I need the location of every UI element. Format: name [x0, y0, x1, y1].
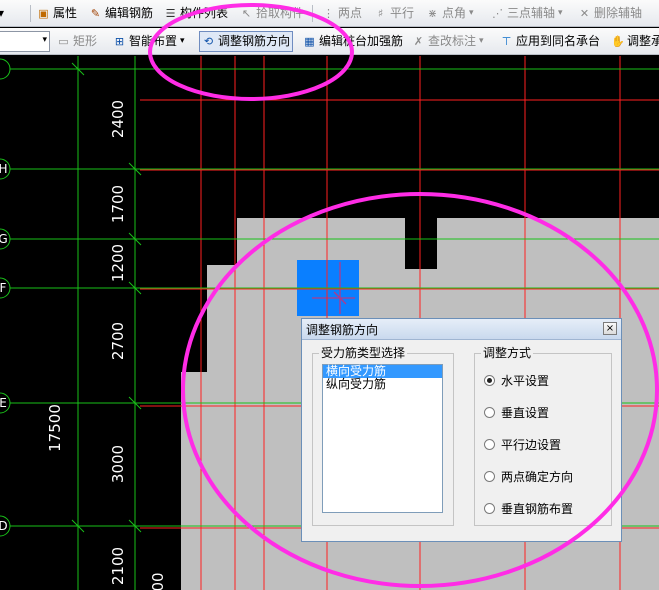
edit-rebar-icon: ✎ [90, 7, 101, 20]
layer-combo-box[interactable]: ▾ [0, 31, 50, 52]
two-point-label: 两点 [338, 6, 363, 20]
close-icon[interactable]: × [603, 322, 617, 335]
delete-axis-label: 删除辅轴 [594, 6, 643, 20]
component-list-icon: ☰ [165, 7, 176, 20]
toolbar-separator [30, 5, 31, 22]
rectangle-button[interactable]: ▭ 矩形 [57, 32, 97, 51]
component-list-button[interactable]: ☰ 构件列表 [164, 4, 228, 23]
adjust-rebar-direction-label: 调整钢筋方向 [218, 34, 291, 48]
dimension-1700: 1700 [109, 185, 127, 223]
toolbar-overflow-arrow[interactable]: ▾ [0, 4, 4, 23]
rectangle-icon: ▭ [58, 35, 69, 48]
axis-label-g: G [0, 232, 8, 246]
apply-same-cap-button[interactable]: ⊤ 应用到同名承台 [500, 32, 600, 51]
radio-label-vertical: 垂直设置 [501, 406, 550, 420]
pick-component-icon: ↖ [241, 7, 252, 20]
radio-dot-vertical-rebar-layout[interactable] [484, 503, 495, 514]
parallel-icon: ♯ [377, 7, 384, 20]
dimension-2700: 2700 [109, 322, 127, 360]
dimension-3000: 3000 [109, 445, 127, 483]
properties-button[interactable]: ▣ 属性 [37, 4, 77, 23]
axis-label-h: H [0, 162, 8, 176]
smart-layout-button[interactable]: ⊞ 智能布置 ▾ [113, 32, 185, 51]
pick-component-label: 拾取构件 [256, 6, 305, 20]
three-point-axis-icon: ⋰ [492, 7, 503, 20]
adjust-cap-label: 调整承 [627, 34, 659, 48]
dimension-1200: 1200 [109, 244, 127, 282]
two-point-icon: ⋮ [323, 7, 334, 20]
rectangle-label: 矩形 [73, 34, 98, 48]
radio-two-point[interactable]: 两点确定方向 [484, 468, 573, 485]
properties-icon: ▣ [38, 7, 49, 20]
adjust-cap-icon: ✋ [611, 35, 625, 48]
radio-label-vertical-rebar-layout: 垂直钢筋布置 [501, 502, 574, 516]
three-point-axis-button[interactable]: ⋰ 三点辅轴 ▾ [491, 4, 563, 23]
smart-layout-label: 智能布置 [129, 34, 178, 48]
point-angle-label: 点角 [442, 6, 467, 20]
smart-layout-dropdown-icon[interactable]: ▾ [180, 32, 185, 51]
dimension-total: 17500 [46, 404, 64, 452]
three-point-axis-label: 三点辅轴 [507, 6, 556, 20]
rebar-type-group-label: 受力筋类型选择 [319, 346, 408, 360]
main-toolbar: ▾ ▣ 属性 ✎ 编辑钢筋 ☰ 构件列表 ↖ 拾取构件 ⋮ 两点 ♯ 平行 ⋇ … [0, 0, 659, 27]
radio-dot-parallel-edge[interactable] [484, 439, 495, 450]
dimension-partial: 00 [149, 572, 167, 590]
pick-component-button[interactable]: ↖ 拾取构件 [240, 4, 304, 23]
smart-layout-icon: ⊞ [114, 35, 125, 48]
check-annotation-button[interactable]: ✗ 查改标注 ▾ [412, 32, 484, 51]
radio-dot-horizontal[interactable] [484, 375, 495, 386]
edit-pile-cap-rebar-button[interactable]: ▦ 编辑桩台加强筋 [303, 32, 403, 51]
axis-label-e: E [0, 396, 7, 410]
check-annotation-dropdown-icon[interactable]: ▾ [479, 32, 484, 51]
properties-label: 属性 [53, 6, 78, 20]
apply-same-cap-icon: ⊤ [501, 35, 512, 48]
parallel-button[interactable]: ♯ 平行 [374, 4, 414, 23]
point-angle-icon: ⋇ [427, 7, 438, 20]
radio-label-parallel-edge: 平行边设置 [501, 438, 562, 452]
axis-label-d: D [0, 519, 8, 533]
delete-axis-icon: ✕ [579, 7, 590, 20]
adjust-rebar-direction-icon: ⟲ [203, 35, 214, 48]
parallel-label: 平行 [390, 6, 415, 20]
dimension-2100: 2100 [109, 547, 127, 585]
dialog-title: 调整钢筋方向 [306, 323, 379, 337]
list-item-longitudinal-rebar[interactable]: 纵向受力筋 [323, 378, 442, 391]
radio-dot-two-point[interactable] [484, 471, 495, 482]
dimension-2400: 2400 [109, 100, 127, 138]
edit-rebar-label: 编辑钢筋 [105, 6, 154, 20]
rebar-type-list[interactable]: 横向受力筋 纵向受力筋 [322, 364, 443, 513]
radio-vertical-rebar-layout[interactable]: 垂直钢筋布置 [484, 500, 573, 517]
check-annotation-icon: ✗ [413, 35, 424, 48]
radio-label-horizontal: 水平设置 [501, 374, 550, 388]
adjust-cap-button[interactable]: ✋ 调整承 [611, 32, 659, 51]
toolbar-separator [312, 5, 313, 22]
apply-same-cap-label: 应用到同名承台 [516, 34, 601, 48]
radio-label-two-point: 两点确定方向 [501, 470, 574, 484]
edit-pile-cap-rebar-label: 编辑桩台加强筋 [319, 34, 404, 48]
radio-horizontal[interactable]: 水平设置 [484, 372, 549, 389]
two-point-button[interactable]: ⋮ 两点 [322, 4, 362, 23]
three-point-axis-dropdown-icon[interactable]: ▾ [558, 4, 563, 23]
adjust-method-group-label: 调整方式 [481, 346, 534, 360]
edit-pile-cap-rebar-icon: ▦ [304, 35, 315, 48]
delete-axis-button[interactable]: ✕ 删除辅轴 [578, 4, 642, 23]
chevron-down-icon: ▾ [42, 35, 47, 45]
radio-parallel-edge[interactable]: 平行边设置 [484, 436, 561, 453]
edit-rebar-button[interactable]: ✎ 编辑钢筋 [89, 4, 153, 23]
radio-vertical[interactable]: 垂直设置 [484, 404, 549, 421]
radio-dot-vertical[interactable] [484, 407, 495, 418]
adjust-rebar-direction-button[interactable]: ⟲ 调整钢筋方向 [199, 31, 294, 52]
drawing-toolbar: ▾ ▭ 矩形 ⊞ 智能布置 ▾ ⟲ 调整钢筋方向 ▦ 编辑桩台加强筋 ✗ 查改标… [0, 28, 659, 55]
point-angle-button[interactable]: ⋇ 点角 ▾ [426, 4, 474, 23]
axis-label-f: F [0, 281, 7, 295]
point-angle-dropdown-icon[interactable]: ▾ [469, 4, 474, 23]
component-list-label: 构件列表 [180, 6, 229, 20]
dialog-title-bar[interactable]: 调整钢筋方向 × [302, 319, 621, 340]
check-annotation-label: 查改标注 [428, 34, 477, 48]
